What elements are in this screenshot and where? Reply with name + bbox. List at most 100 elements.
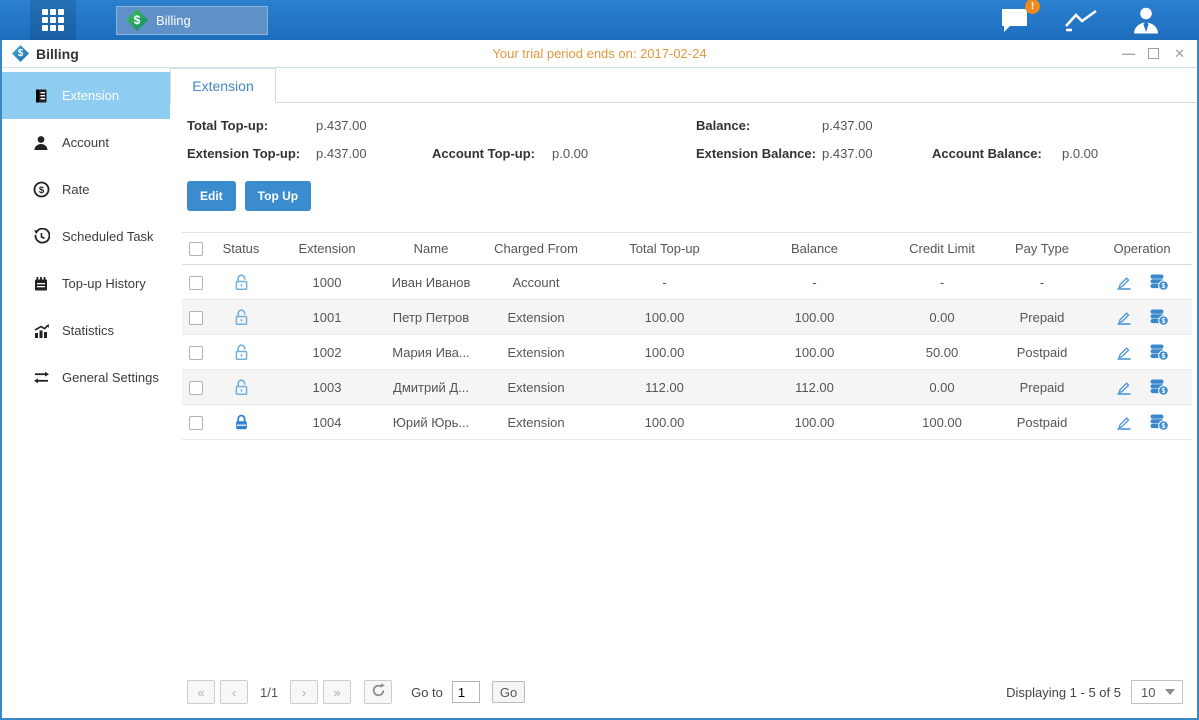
svg-text:$: $ [1162,423,1166,430]
refresh-button[interactable] [364,680,392,704]
balance-label: Balance: [696,118,822,133]
prev-page-button[interactable]: ‹ [220,680,248,704]
table-row: 1004Юрий Юрь...Extension100.00100.00100.… [182,405,1192,440]
table-row: 1002Мария Ива...Extension100.00100.0050.… [182,335,1192,370]
extension-balance-label: Extension Balance: [696,146,822,161]
first-page-button[interactable]: « [187,680,215,704]
select-all-checkbox[interactable] [189,242,203,256]
cell-total-topup: 100.00 [592,300,737,335]
table-row: 1003Дмитрий Д...Extension112.00112.000.0… [182,370,1192,405]
next-page-button[interactable]: › [290,680,318,704]
column-charged-from: Charged From [480,233,592,265]
rate-icon: $ [32,181,50,198]
lock-closed-icon [233,413,250,431]
topup-extension-icon[interactable]: $ [1149,379,1169,396]
sidebar-item-label: Account [62,135,109,150]
row-checkbox-cell [182,300,210,335]
svg-text:$: $ [1162,283,1166,290]
edit-extension-icon[interactable] [1115,414,1133,431]
taskbar-billing-button[interactable]: $ Billing [116,6,268,35]
goto-label: Go to [411,685,443,700]
maximize-button[interactable] [1148,48,1159,59]
sidebar-item-label: General Settings [62,370,159,385]
row-checkbox-cell [182,370,210,405]
balance-value: p.437.00 [822,118,932,133]
chevron-down-icon [1165,689,1175,695]
row-checkbox[interactable] [189,276,203,290]
extension-icon [32,88,50,104]
row-checkbox-cell [182,335,210,370]
cell-pay-type: Prepaid [992,300,1092,335]
column-operation: Operation [1092,233,1192,265]
edit-extension-icon[interactable] [1115,344,1133,361]
cell-name: Юрий Юрь... [382,405,480,440]
page-size-select[interactable]: 10 [1131,680,1183,704]
row-checkbox-cell [182,265,210,300]
cell-balance: 100.00 [737,300,892,335]
main-panel: Extension Total Top-up: p.437.00 Balance… [170,68,1197,718]
sidebar-item-extension[interactable]: Extension [2,72,170,119]
cell-extension: 1004 [272,405,382,440]
cell-status [210,405,272,440]
row-checkbox[interactable] [189,311,203,325]
close-button[interactable]: ✕ [1174,47,1185,60]
account-balance-label: Account Balance: [932,146,1062,161]
goto-page-input[interactable] [452,681,480,703]
cell-charged-from: Extension [480,405,592,440]
row-checkbox[interactable] [189,381,203,395]
table-row: 1001Петр ПетровExtension100.00100.000.00… [182,300,1192,335]
sidebar-item-account[interactable]: Account [2,119,170,166]
edit-extension-icon[interactable] [1115,379,1133,396]
sidebar-item-rate[interactable]: $ Rate [2,166,170,213]
sidebar-item-top-up-history[interactable]: Top-up History [2,260,170,307]
topup-extension-icon[interactable]: $ [1149,309,1169,326]
column-balance: Balance [737,233,892,265]
app-launcher-button[interactable] [30,0,76,40]
statistics-icon [32,323,50,339]
cell-extension: 1000 [272,265,382,300]
sidebar-item-scheduled-task[interactable]: Scheduled Task [2,213,170,260]
row-checkbox[interactable] [189,416,203,430]
cell-credit-limit: 0.00 [892,300,992,335]
topup-extension-icon[interactable]: $ [1149,414,1169,431]
cell-total-topup: - [592,265,737,300]
cell-pay-type: Postpaid [992,335,1092,370]
user-menu-button[interactable] [1131,5,1161,35]
column-extension: Extension [272,233,382,265]
cell-operation: $ [1092,370,1192,405]
tabstrip: Extension [170,68,1197,103]
account-icon [32,135,50,151]
cell-balance: 100.00 [737,405,892,440]
tab-label: Extension [192,78,253,94]
last-page-button[interactable]: » [323,680,351,704]
edit-extension-icon[interactable] [1115,309,1133,326]
row-checkbox[interactable] [189,346,203,360]
account-balance-value: p.0.00 [1062,146,1186,161]
edit-extension-icon[interactable] [1115,274,1133,291]
sidebar-item-label: Scheduled Task [62,229,154,244]
sidebar-item-general-settings[interactable]: General Settings [2,354,170,401]
titlebar: $ Billing Your trial period ends on: 201… [2,40,1197,68]
taskbar: $ Billing ! [0,0,1199,40]
cell-name: Дмитрий Д... [382,370,480,405]
minimize-button[interactable]: — [1122,47,1133,60]
go-button[interactable]: Go [492,681,525,703]
pagination-bar: « ‹ 1/1 › » Go to Go Displaying 1 - 5 of… [182,674,1186,710]
select-all-header-cell [182,233,210,265]
apps-grid-icon [42,9,64,31]
table-row: 1000Иван ИвановAccount---- $ [182,265,1192,300]
topup-extension-icon[interactable]: $ [1149,344,1169,361]
notifications-button[interactable]: ! [998,6,1031,34]
cell-total-topup: 100.00 [592,335,737,370]
sidebar-item-statistics[interactable]: Statistics [2,307,170,354]
resource-monitor-button[interactable] [1063,7,1099,33]
topup-button[interactable]: Top Up [245,181,311,211]
tab-extension[interactable]: Extension [170,68,276,103]
edit-button[interactable]: Edit [187,181,236,211]
cell-operation: $ [1092,265,1192,300]
lock-open-icon [233,273,250,291]
cell-credit-limit: 100.00 [892,405,992,440]
extensions-table: StatusExtensionNameCharged FromTotal Top… [182,232,1192,440]
topup-extension-icon[interactable]: $ [1149,274,1169,291]
taskbar-billing-label: Billing [156,13,191,28]
